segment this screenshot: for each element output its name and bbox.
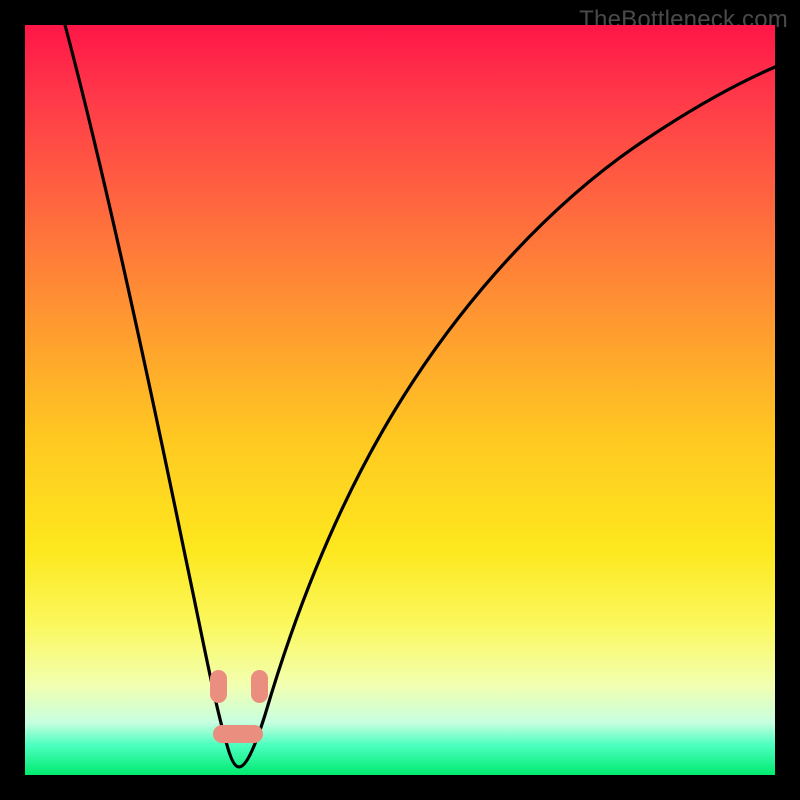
floor-span-marker-icon (213, 725, 263, 743)
bottleneck-curve (65, 25, 775, 767)
curve-layer (25, 25, 775, 775)
left-limb-marker-icon (210, 670, 227, 703)
right-limb-marker-icon (251, 670, 268, 703)
plot-area (25, 25, 775, 775)
chart-frame: TheBottleneck.com (0, 0, 800, 800)
